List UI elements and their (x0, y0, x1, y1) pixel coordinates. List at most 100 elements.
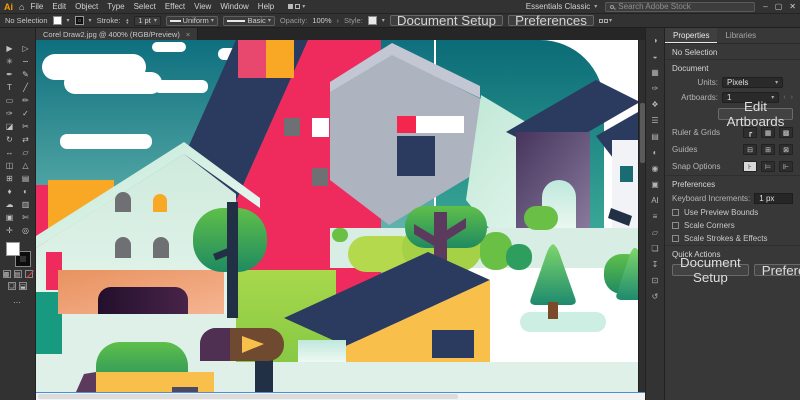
pen-tool[interactable]: ✒ (3, 68, 17, 80)
corner-ruler-icon[interactable]: ┏ (743, 127, 757, 138)
width-profile-select[interactable]: Uniform▾ (166, 16, 218, 26)
checkbox-box[interactable] (672, 222, 679, 229)
perspective-grid-tool[interactable]: △ (19, 159, 33, 171)
grid-icon[interactable]: ▦ (761, 127, 775, 138)
minimize-button[interactable]: – (763, 2, 767, 11)
checkbox-box[interactable] (672, 209, 679, 216)
brushes-panel-icon[interactable]: ✑ (648, 82, 662, 95)
rotate-tool[interactable]: ↻ (3, 133, 17, 145)
tab-properties[interactable]: Properties (665, 28, 717, 43)
checkbox-scale-strokes-effects[interactable]: Scale Strokes & Effects (665, 232, 800, 245)
slice-tool[interactable]: ✄ (19, 211, 33, 223)
checkbox-scale-corners[interactable]: Scale Corners (665, 219, 800, 232)
none-mode-button[interactable] (25, 270, 33, 278)
column-graph-tool[interactable]: ▥ (19, 198, 33, 210)
canvas-area[interactable] (36, 40, 645, 392)
menu-select[interactable]: Select (134, 2, 156, 11)
units-select[interactable]: Pixels▾ (722, 77, 783, 88)
chevron-down-icon[interactable]: ▾ (89, 17, 92, 24)
shaper-tool[interactable]: ✓ (19, 107, 33, 119)
preferences-button[interactable]: Preferences (754, 264, 800, 276)
menu-effect[interactable]: Effect (165, 2, 185, 11)
checkbox-box[interactable] (672, 235, 679, 242)
draw-mode-button[interactable]: ❏ (8, 282, 16, 290)
stroke-weight-stepper[interactable]: ▲▼ (125, 18, 129, 24)
reflect-tool[interactable]: ⇄ (19, 133, 33, 145)
opacity-chevron-icon[interactable]: › (337, 16, 340, 25)
lasso-tool[interactable]: ∽ (19, 55, 33, 67)
snap-to-glyph-icon[interactable]: ⊩ (779, 161, 793, 172)
document-setup-button[interactable]: Document Setup (672, 264, 749, 276)
workspace-layout-icon[interactable]: ▾ (288, 3, 305, 10)
fill-color-swatch[interactable] (53, 16, 62, 25)
document-setup-button[interactable]: Document Setup (390, 15, 503, 26)
horizontal-scrollbar[interactable] (36, 392, 645, 400)
line-segment-tool[interactable]: ╱ (19, 81, 33, 93)
preferences-button[interactable]: Preferences (508, 15, 594, 26)
symbols-panel-icon[interactable]: ❖ (648, 98, 662, 111)
snap-to-point-icon[interactable]: ⊦ (743, 161, 757, 172)
free-transform-tool[interactable]: ▱ (19, 146, 33, 158)
color-mode-button[interactable]: ▩ (3, 270, 11, 278)
stroke-color-swatch[interactable] (75, 16, 84, 25)
show-guides-icon[interactable]: ⊟ (743, 144, 757, 155)
menu-file[interactable]: File (30, 2, 43, 11)
eyedropper-tool[interactable]: ♦ (3, 185, 17, 197)
lock-guides-icon[interactable]: ⊞ (761, 144, 775, 155)
mesh-tool[interactable]: ⊞ (3, 172, 17, 184)
zoom-tool[interactable]: ◎ (19, 224, 33, 236)
color-guide-panel-icon[interactable]: ◒ (648, 50, 662, 63)
close-tab-icon[interactable]: × (186, 30, 190, 39)
document-tab[interactable]: Corel Draw2.jpg @ 400% (RGB/Preview) × (36, 28, 198, 40)
type-tool[interactable]: T (3, 81, 17, 93)
width-tool[interactable]: ↔ (3, 146, 17, 158)
hand-tool[interactable]: ✛ (3, 224, 17, 236)
blend-tool[interactable]: ◐ (19, 185, 33, 197)
asset-export-panel-icon[interactable]: ↧ (648, 258, 662, 271)
magic-wand-tool[interactable]: ✳ (3, 55, 17, 67)
edit-toolbar-button[interactable]: ⋯ (13, 298, 22, 307)
brush-definition-select[interactable]: Basic▾ (223, 16, 275, 26)
fill-proxy[interactable] (6, 242, 20, 256)
maximize-button[interactable]: ▢ (775, 2, 783, 11)
curvature-tool[interactable]: ✎ (19, 68, 33, 80)
edit-artboards-button[interactable]: Edit Artboards (718, 108, 793, 120)
character-panel-icon[interactable]: AI (648, 194, 662, 207)
chevron-down-icon[interactable]: ▾ (67, 17, 70, 24)
workspace-switcher[interactable]: Essentials Classic ▾ (526, 2, 597, 11)
stroke-weight-value[interactable]: 1 pt▾ (134, 16, 161, 26)
snap-guides-icon[interactable]: ⊠ (779, 144, 793, 155)
close-button[interactable]: ✕ (789, 2, 796, 11)
align-panel-icon[interactable]: ≡ (648, 210, 662, 223)
transform-panel-icon[interactable]: ▱ (648, 226, 662, 239)
pixel-grid-icon[interactable]: ▩ (779, 127, 793, 138)
shape-builder-tool[interactable]: ◫ (3, 159, 17, 171)
swatches-panel-icon[interactable]: ▦ (648, 66, 662, 79)
snap-to-grid-icon[interactable]: ⊨ (761, 161, 775, 172)
pencil-tool[interactable]: ✑ (3, 107, 17, 119)
menu-window[interactable]: Window (220, 2, 248, 11)
artboards-panel-icon[interactable]: ⊡ (648, 274, 662, 287)
selection-tool[interactable]: ▶ (3, 42, 17, 54)
layers-panel-icon[interactable]: ❏ (648, 242, 662, 255)
stroke-panel-icon[interactable]: ☰ (648, 114, 662, 127)
menu-type[interactable]: Type (107, 2, 124, 11)
chevron-down-icon[interactable]: ▾ (382, 17, 385, 24)
appearance-panel-icon[interactable]: ◉ (648, 162, 662, 175)
graphic-styles-panel-icon[interactable]: ▣ (648, 178, 662, 191)
color-panel-icon[interactable]: ◑ (648, 34, 662, 47)
transparency-panel-icon[interactable]: ◐ (648, 146, 662, 159)
menu-view[interactable]: View (194, 2, 211, 11)
symbol-sprayer-tool[interactable]: ☁ (3, 198, 17, 210)
screen-mode-button[interactable]: ⬓ (19, 282, 27, 290)
next-artboard-icon[interactable]: › (791, 94, 793, 101)
tab-libraries[interactable]: Libraries (717, 28, 764, 43)
direct-selection-tool[interactable]: ▷ (19, 42, 33, 54)
menu-edit[interactable]: Edit (52, 2, 66, 11)
home-icon[interactable]: ⌂ (19, 2, 24, 12)
artboard-tool[interactable]: ▣ (3, 211, 17, 223)
gradient-panel-icon[interactable]: ▤ (648, 130, 662, 143)
scissors-tool[interactable]: ✂ (19, 120, 33, 132)
checkbox-use-preview-bounds[interactable]: Use Preview Bounds (665, 206, 800, 219)
history-panel-icon[interactable]: ↺ (648, 290, 662, 303)
